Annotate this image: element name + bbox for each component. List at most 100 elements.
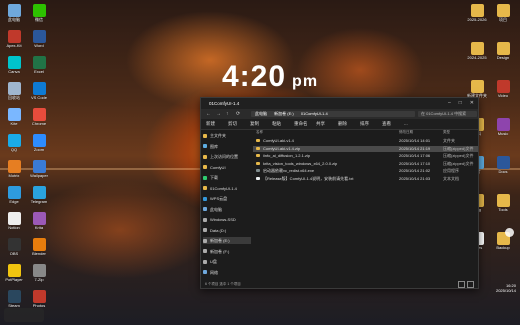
desktop-shortcut[interactable]: VS Code [28,82,50,100]
desktop-shortcut[interactable]: 2025-2026 [466,4,488,22]
desktop-shortcut[interactable]: Blender [28,238,50,256]
sidebar-item[interactable]: 新加卷 (E:) [203,237,251,244]
sidebar-item[interactable]: 新加卷 (F:) [203,248,251,255]
sidebar-item[interactable]: 下载 [203,174,251,181]
sidebar-item[interactable]: 网络 [203,269,251,276]
sidebar-item[interactable]: 01ComfyUI-1.4 [203,185,251,192]
desktop-shortcut[interactable]: 项目 [492,4,514,22]
up-arrow-icon[interactable]: ↑ [226,111,229,117]
desktop-shortcut[interactable]: OBS [3,238,25,256]
toolbar-button[interactable]: 查看 [382,121,391,127]
sidebar-item[interactable]: U盘 [203,258,251,265]
desktop-shortcut-label: Motrix [8,173,20,178]
file-date: 2025/10/14 21:03 [399,175,431,181]
sidebar-item[interactable]: ComfyUI [203,164,251,171]
file-row[interactable]: 【Release版】ComfyUI-1.4说明，安装前请先看.txt 2025/1… [253,176,478,182]
toolbar-button[interactable]: 排序 [360,121,369,127]
tray-date[interactable]: 2025/10/14 [496,288,516,293]
back-arrow-icon[interactable]: ← [206,111,211,117]
column-header-type[interactable]: 类型 [443,130,450,135]
details-view-icon[interactable] [458,281,465,288]
desktop-shortcut-label: PotPlayer [5,277,23,282]
breadcrumb-this-pc[interactable]: 此电脑 [255,111,267,116]
folder-icon [203,186,207,191]
desktop-shortcut[interactable]: Music [492,118,514,136]
sidebar-item[interactable]: Data (D:) [203,227,251,234]
file-name: krita_vision_tools_windows_x64_2.0.0.zip [256,161,391,167]
refresh-icon[interactable]: ⟳ [236,111,240,117]
desktop-shortcut[interactable]: Motrix [3,160,25,178]
toolbar-button[interactable]: 重命名 [294,121,308,127]
column-header-date[interactable]: 修改日期 [399,130,413,135]
desktop-shortcut[interactable]: Photos [28,290,50,308]
search-input[interactable]: 在 01ComfyUI-1.4 中搜索 [418,111,477,117]
desktop-shortcut[interactable]: 微信 [28,4,50,22]
forward-arrow-icon[interactable]: → [216,111,221,117]
desktop-shortcut[interactable]: Chrome [28,108,50,126]
sidebar-item[interactable]: WPS云盘 [203,195,251,202]
desktop-shortcut[interactable]: Excel [28,56,50,74]
desktop-shortcut[interactable]: Apex-Kit [3,30,25,48]
file-explorer-window[interactable]: 01ComfyUI-1.4 – □ ✕ ← → ↑ ⟳ 此电脑 新加卷 (E:) 0… [200,97,479,289]
desktop-shortcut-label: Zoom [33,147,45,152]
toolbar-button[interactable]: 删除 [338,121,347,127]
sidebar-item[interactable]: 图库 [203,143,251,150]
desktop-shortcut[interactable]: Kite [3,108,25,126]
recycle-bin-icon [7,82,21,95]
breadcrumb-folder[interactable]: 01ComfyUI-1.4 [301,111,328,116]
desktop-shortcut[interactable]: Canva [3,56,25,74]
file-row[interactable]: 启动器依赖vc_redist.x64.exe 2025/10/14 21:02 应用… [253,168,478,174]
desktop-shortcut[interactable]: 回收站 [3,82,25,100]
file-icon [256,169,260,173]
sidebar-item[interactable]: Windows-SSD [203,216,251,223]
desktop-shortcut[interactable]: Docs [492,156,514,174]
desktop-shortcut[interactable]: PotPlayer [3,264,25,282]
desktop-shortcut[interactable]: Notion [3,212,25,230]
desktop-shortcut[interactable]: Design [492,42,514,60]
desktop-shortcut-label: 7-Zip [34,277,44,282]
floating-assistant-icon[interactable] [505,228,514,237]
desktop-shortcut[interactable]: Wallpaper [28,160,50,178]
desktop-shortcut[interactable]: QQ [3,134,25,152]
desktop-shortcut[interactable]: Edge [3,186,25,204]
desktop-shortcut[interactable]: Telegram [28,186,50,204]
explorer-tab[interactable]: 01ComfyUI-1.4 [209,101,239,106]
file-row[interactable]: iinfo_ai_diffusion_1.2.1.zip 2025/10/14 1… [253,153,478,159]
desktop-shortcut[interactable]: Tools [492,194,514,212]
file-row[interactable]: ComfyUI-aki-v1.4.zip 2025/10/14 21:19 压缩(z… [253,145,478,152]
minimize-icon[interactable]: – [448,100,451,106]
title-bar[interactable]: 01ComfyUI-1.4 – □ ✕ [201,98,478,109]
taskbar-start[interactable] [4,308,44,322]
desktop-shortcut[interactable]: Steam [3,290,25,308]
desktop-shortcut[interactable]: 7-Zip [28,264,50,282]
desktop-shortcut-label: Excel [34,69,44,74]
tiles-view-icon[interactable] [467,281,474,288]
sidebar-item[interactable]: 此电脑 [203,206,251,213]
breadcrumb-drive[interactable]: 新加卷 (E:) [274,111,294,116]
desktop-shortcut-label: Docs [498,169,508,174]
toolbar-button[interactable]: 剪切 [228,121,237,127]
desktop-shortcut[interactable]: Krita [28,212,50,230]
column-header-name[interactable]: 名称 [256,130,263,135]
file-row[interactable]: ComfyUI-aki-v1.4 2025/10/14 14:01 文件夹 [253,138,478,144]
close-icon[interactable]: ✕ [470,100,474,106]
desktop-shortcut[interactable]: Zoom [28,134,50,152]
desktop-shortcut[interactable]: Video [492,80,514,98]
qq-icon [7,134,21,147]
toolbar-button[interactable]: 共享 [316,121,325,127]
file-row[interactable]: krita_vision_tools_windows_x64_2.0.0.zip… [253,161,478,167]
address-bar[interactable]: 此电脑 新加卷 (E:) 01ComfyUI-1.4 [251,111,415,117]
toolbar-button[interactable]: ... [404,121,408,126]
video-icon [7,264,21,277]
sidebar-item[interactable]: 上次访问的位置 [203,153,251,160]
toolbar-button[interactable]: 复制 [250,121,259,127]
toolbar-button[interactable]: 粘贴 [272,121,281,127]
desktop-shortcut[interactable]: 新建文件夹 [466,80,488,98]
word-icon [32,30,46,43]
desktop-shortcut[interactable]: 2024-2025 [466,42,488,60]
maximize-icon[interactable]: □ [459,100,462,106]
toolbar-button[interactable]: 新建 [206,121,215,127]
desktop-shortcut[interactable]: 此电脑 [3,4,25,22]
sidebar-item[interactable]: 主文件夹 [203,132,251,139]
desktop-shortcut[interactable]: Word [28,30,50,48]
